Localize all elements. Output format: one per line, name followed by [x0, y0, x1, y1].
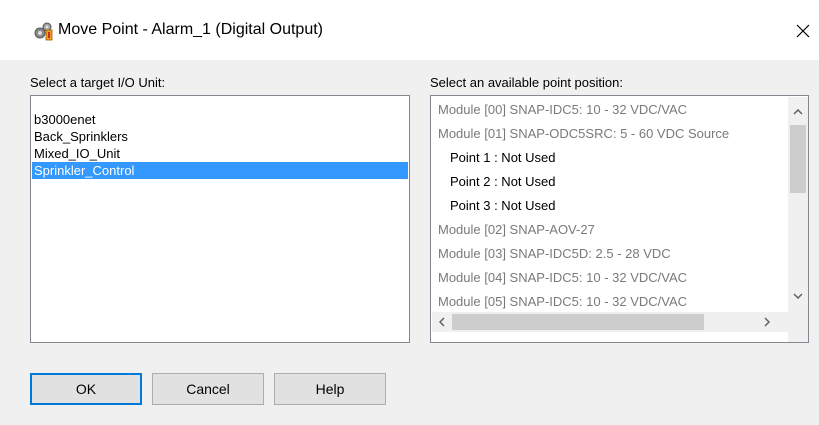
scroll-left-button[interactable]: [433, 313, 451, 331]
chevron-up-icon: [793, 109, 803, 115]
list-item-point[interactable]: Point 1 : Not Used: [450, 146, 556, 170]
list-item[interactable]: b3000enet: [32, 111, 408, 128]
ok-button[interactable]: OK: [30, 373, 142, 405]
list-item-module[interactable]: Module [03] SNAP-IDC5D: 2.5 - 28 VDC: [438, 242, 671, 266]
gears-icon: [33, 21, 53, 41]
title-bar[interactable]: Move Point - Alarm_1 (Digital Output): [0, 0, 819, 60]
list-item-module[interactable]: Module [02] SNAP-AOV-27: [438, 218, 595, 242]
list-item[interactable]: Mixed_IO_Unit: [32, 145, 408, 162]
vertical-scrollbar[interactable]: [788, 97, 808, 312]
horizontal-scroll-thumb[interactable]: [452, 314, 704, 330]
scrollbar-corner: [788, 312, 808, 342]
horizontal-scrollbar[interactable]: [432, 312, 788, 332]
chevron-left-icon: [439, 317, 445, 327]
list-item-module[interactable]: Module [00] SNAP-IDC5: 10 - 32 VDC/VAC: [438, 98, 687, 122]
chevron-down-icon: [793, 293, 803, 299]
list-item-module[interactable]: Module [05] SNAP-IDC5: 10 - 32 VDC/VAC: [438, 290, 687, 314]
move-point-dialog: Move Point - Alarm_1 (Digital Output) Se…: [0, 0, 819, 425]
scroll-right-button[interactable]: [758, 313, 776, 331]
io-unit-list[interactable]: b3000enet Back_Sprinklers Mixed_IO_Unit …: [30, 95, 410, 343]
cancel-button[interactable]: Cancel: [152, 373, 264, 405]
close-icon: [796, 24, 810, 38]
list-item[interactable]: Back_Sprinklers: [32, 128, 408, 145]
point-position-label: Select an available point position:: [430, 75, 623, 90]
list-item-point[interactable]: Point 3 : Not Used: [450, 194, 556, 218]
help-button[interactable]: Help: [274, 373, 386, 405]
scroll-up-button[interactable]: [789, 103, 807, 121]
chevron-right-icon: [764, 317, 770, 327]
list-item-module[interactable]: Module [04] SNAP-IDC5: 10 - 32 VDC/VAC: [438, 266, 687, 290]
scroll-down-button[interactable]: [789, 287, 807, 305]
vertical-scroll-thumb[interactable]: [790, 125, 806, 193]
point-position-list[interactable]: Module [00] SNAP-IDC5: 10 - 32 VDC/VAC M…: [430, 95, 809, 343]
list-item-selected[interactable]: Sprinkler_Control: [32, 162, 408, 179]
close-button[interactable]: [788, 14, 818, 48]
target-unit-label: Select a target I/O Unit:: [30, 75, 166, 90]
list-item-module[interactable]: Module [01] SNAP-ODC5SRC: 5 - 60 VDC Sou…: [438, 122, 729, 146]
window-title: Move Point - Alarm_1 (Digital Output): [58, 21, 323, 38]
list-item-point[interactable]: Point 2 : Not Used: [450, 170, 556, 194]
